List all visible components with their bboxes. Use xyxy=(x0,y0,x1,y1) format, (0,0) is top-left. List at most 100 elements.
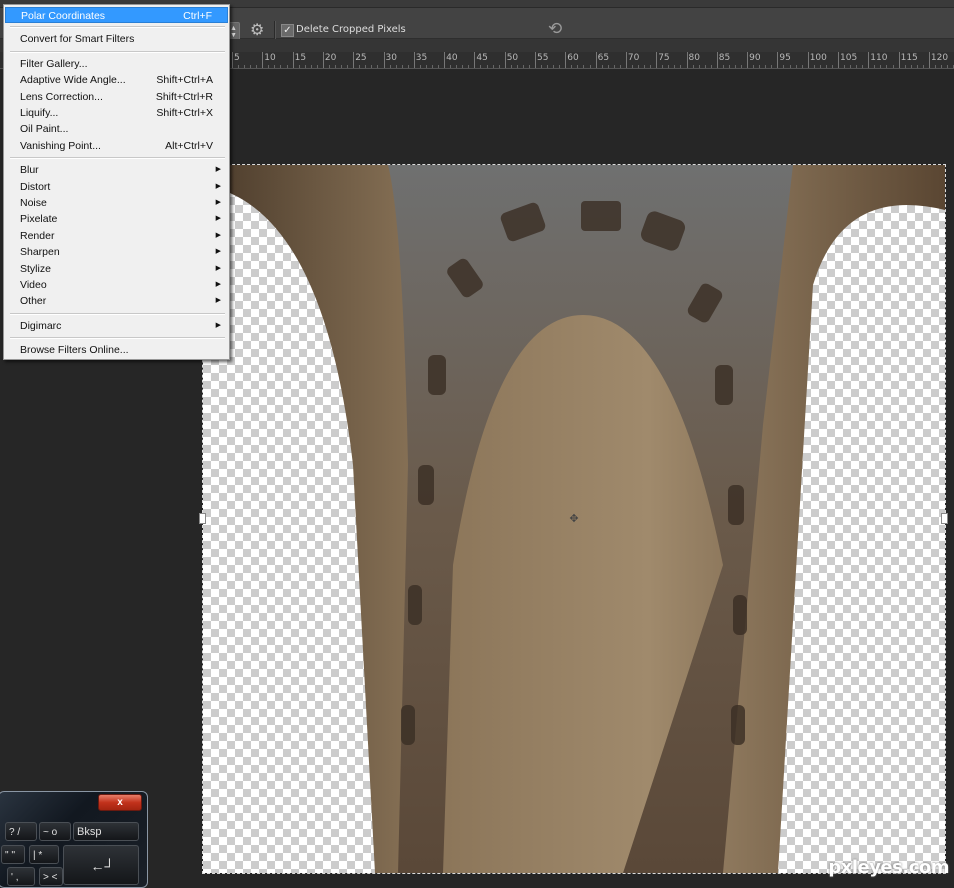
ruler-minor-tick xyxy=(650,65,652,68)
ruler-minor-tick xyxy=(741,65,743,68)
ruler-minor-tick xyxy=(347,65,349,68)
key-tilde[interactable]: ~ o xyxy=(39,822,71,841)
menu-item-pixelate[interactable]: Pixelate ▶ xyxy=(5,211,228,227)
menu-item-noise[interactable]: Noise ▶ xyxy=(5,195,228,211)
ruler-minor-tick xyxy=(892,65,894,68)
ruler-label: 20 xyxy=(324,53,337,63)
menu-item-lens-correction[interactable]: Lens Correction... Shift+Ctrl+R xyxy=(5,89,228,105)
menu-item-vanishing-point[interactable]: Vanishing Point... Alt+Ctrl+V xyxy=(5,138,228,154)
ruler-minor-tick xyxy=(601,65,603,68)
delete-cropped-label: Delete Cropped Pixels xyxy=(296,24,406,35)
menu-item-label: Filter Gallery... xyxy=(20,57,88,70)
submenu-arrow-icon: ▶ xyxy=(215,215,221,223)
ruler-minor-tick xyxy=(644,65,646,68)
ruler-minor-tick xyxy=(904,65,906,68)
ruler-label: 105 xyxy=(840,53,858,63)
menu-item-label: Render xyxy=(20,229,55,242)
menu-item-label: Vanishing Point... xyxy=(20,139,101,152)
ruler-label: 60 xyxy=(567,53,579,63)
ruler-minor-tick xyxy=(516,65,518,68)
menu-item-blur[interactable]: Blur ▶ xyxy=(5,162,228,178)
menu-item-label: Distort xyxy=(20,180,51,193)
menu-item-liquify[interactable]: Liquify... Shift+Ctrl+X xyxy=(5,105,228,121)
ruler-label: 70 xyxy=(627,53,640,63)
ruler-minor-tick xyxy=(638,65,640,68)
menu-item-label: Stylize xyxy=(20,262,51,275)
menu-item-sharpen[interactable]: Sharpen ▶ xyxy=(5,244,228,260)
menu-item-distort[interactable]: Distort ▶ xyxy=(5,179,228,195)
ruler-minor-tick xyxy=(728,65,730,68)
key-pipe[interactable]: | * xyxy=(29,845,59,864)
menu-item-shortcut: Ctrl+F xyxy=(183,10,212,22)
delete-cropped-checkbox[interactable]: ✓ xyxy=(281,24,294,37)
ruler-minor-tick xyxy=(462,65,464,68)
ruler-minor-tick xyxy=(498,65,500,68)
ruler-minor-tick xyxy=(722,65,724,68)
key-backspace[interactable]: Bksp xyxy=(73,822,139,841)
ruler-minor-tick xyxy=(341,65,343,68)
reset-icon[interactable]: ⟲ xyxy=(548,19,562,39)
menu-item-shortcut: Alt+Ctrl+V xyxy=(165,139,213,152)
menu-item-label: Convert for Smart Filters xyxy=(20,33,135,46)
ruler-label: 80 xyxy=(688,53,700,63)
menu-separator xyxy=(10,337,225,340)
menu-item-label: Sharpen xyxy=(20,246,60,259)
menu-item-adaptive-wide-angle[interactable]: Adaptive Wide Angle... Shift+Ctrl+A xyxy=(5,72,228,88)
reference-point-icon[interactable]: ✥ xyxy=(569,514,579,525)
ruler-minor-tick xyxy=(328,65,330,68)
ruler-minor-tick xyxy=(431,65,433,68)
ruler-minor-tick xyxy=(425,65,427,68)
ruler-minor-tick xyxy=(753,65,755,68)
menu-item-oil-paint[interactable]: Oil Paint... xyxy=(5,121,228,137)
ruler-minor-tick xyxy=(310,65,312,68)
ruler-minor-tick xyxy=(407,65,409,68)
key-question-slash[interactable]: ? / xyxy=(5,822,37,841)
ruler-label: 5 xyxy=(234,53,240,63)
menu-item-render[interactable]: Render ▶ xyxy=(5,228,228,244)
submenu-arrow-icon: ▶ xyxy=(215,281,221,288)
menu-item-polar-coordinates[interactable]: Polar Coordinates Ctrl+F xyxy=(5,7,228,23)
menu-item-shortcut: Shift+Ctrl+R xyxy=(155,90,213,103)
key-greater-less[interactable]: > < xyxy=(39,867,63,886)
key-apostrophe[interactable]: ' , xyxy=(7,867,35,886)
ruler-minor-tick xyxy=(244,65,246,68)
ruler-label: 10 xyxy=(264,53,276,63)
ruler-minor-tick xyxy=(419,65,421,68)
ruler-minor-tick xyxy=(674,65,676,68)
menu-item-filter-gallery[interactable]: Filter Gallery... xyxy=(5,56,228,72)
key-enter[interactable]: ←┘ xyxy=(63,845,139,885)
ruler-minor-tick xyxy=(395,65,397,68)
menu-separator xyxy=(10,312,225,315)
close-keyboard-button[interactable]: x xyxy=(98,794,142,811)
ruler-minor-tick xyxy=(583,65,585,68)
key-quote[interactable]: " '' xyxy=(1,845,25,864)
ruler-label: 40 xyxy=(446,53,458,63)
menu-item-digimarc[interactable]: Digimarc ▶ xyxy=(5,318,228,334)
menu-item-stylize[interactable]: Stylize ▶ xyxy=(5,261,228,277)
menu-item-convert-for-smart-filters[interactable]: Convert for Smart Filters xyxy=(5,31,228,47)
ruler-minor-tick xyxy=(438,65,440,68)
submenu-arrow-icon: ▶ xyxy=(215,231,221,239)
menu-item-video[interactable]: Video ▶ xyxy=(5,277,228,293)
menu-item-label: Other xyxy=(20,295,47,308)
menu-item-shortcut: Shift+Ctrl+A xyxy=(156,74,213,87)
ruler-minor-tick xyxy=(783,65,785,68)
ruler-minor-tick xyxy=(825,65,827,68)
menu-item-label: Video xyxy=(20,279,47,291)
ruler-label: 15 xyxy=(294,53,307,63)
ruler-minor-tick xyxy=(916,65,918,68)
submenu-arrow-icon: ▶ xyxy=(215,321,221,329)
ruler-minor-tick xyxy=(304,65,306,68)
ruler-minor-tick xyxy=(492,65,494,68)
ruler-minor-tick xyxy=(619,65,621,68)
watermark: pxleyes.com xyxy=(828,857,949,878)
transform-handle-right[interactable] xyxy=(941,513,948,524)
filter-menu: Polar Coordinates Ctrl+F Convert for Smart… xyxy=(3,4,230,360)
transform-handle-left[interactable] xyxy=(199,513,206,524)
menu-item-browse-filters-online[interactable]: Browse Filters Online... xyxy=(5,342,228,358)
ruler-label: 30 xyxy=(385,53,397,63)
ruler-label: 75 xyxy=(658,53,670,63)
menu-item-other[interactable]: Other ▶ xyxy=(5,293,228,309)
gear-icon[interactable]: ⚙ xyxy=(250,22,268,40)
submenu-arrow-icon: ▶ xyxy=(215,166,221,174)
